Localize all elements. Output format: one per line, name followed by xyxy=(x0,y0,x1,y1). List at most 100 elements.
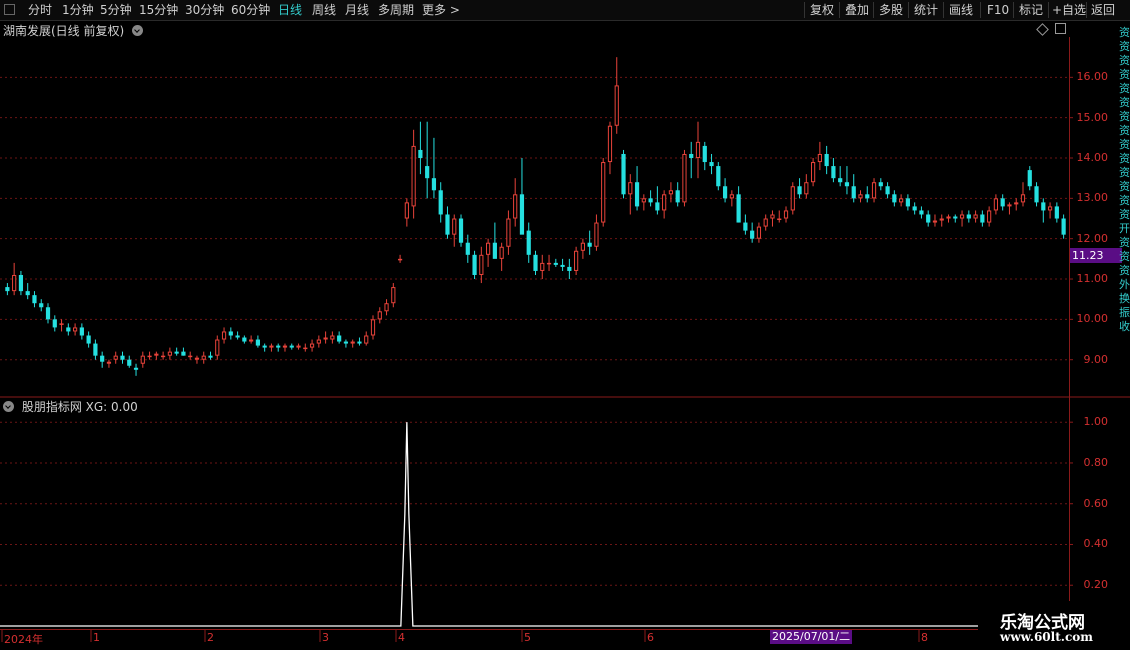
candle xyxy=(526,222,531,263)
back-arrow-icon[interactable] xyxy=(4,4,15,15)
candle xyxy=(824,145,829,175)
back-button[interactable]: 返回 xyxy=(1091,0,1115,20)
right-strip-char: 资 xyxy=(1119,264,1130,277)
candle xyxy=(242,335,247,344)
candle xyxy=(282,343,288,352)
indicator-title: 股朋指标网 XG: 0.00 xyxy=(21,400,138,414)
kline-chart[interactable] xyxy=(0,0,1130,650)
candle xyxy=(499,242,504,271)
candle xyxy=(452,214,457,247)
tab-more[interactable]: 更多 > xyxy=(422,0,460,20)
candle xyxy=(167,347,172,360)
candle xyxy=(804,174,809,199)
diamond-icon[interactable] xyxy=(1036,23,1049,36)
candle xyxy=(364,331,369,346)
candle xyxy=(1061,214,1066,239)
multi-stock-button[interactable]: 多股 xyxy=(879,0,903,20)
candle xyxy=(5,283,10,296)
candle xyxy=(66,323,71,336)
candle xyxy=(668,182,674,203)
candle xyxy=(133,363,139,376)
candle xyxy=(519,158,525,235)
right-strip-char: 资 xyxy=(1119,194,1130,207)
indicator-tick-label: 0.60 xyxy=(1083,496,1109,510)
candle xyxy=(25,283,30,300)
candle xyxy=(296,343,301,350)
candle xyxy=(397,254,403,263)
candle xyxy=(404,198,409,227)
candle xyxy=(1007,202,1012,215)
cursor-date: 2025/07/01/二 xyxy=(770,630,852,644)
chevron-down-icon[interactable] xyxy=(3,401,14,412)
right-strip-char: 资 xyxy=(1119,68,1130,81)
draw-line-button[interactable]: 画线 xyxy=(949,0,973,20)
candle xyxy=(878,178,883,191)
candle xyxy=(255,335,261,348)
candle xyxy=(431,137,437,199)
tab-monthly[interactable]: 月线 xyxy=(345,0,369,20)
chevron-down-icon[interactable] xyxy=(132,25,144,36)
date-tick-label: 4 xyxy=(398,631,405,644)
candle xyxy=(675,182,680,207)
candle xyxy=(689,141,694,179)
right-strip-char: 资 xyxy=(1119,82,1130,95)
tab-15min[interactable]: 15分钟 xyxy=(139,0,178,20)
candle xyxy=(438,182,443,223)
f10-button[interactable]: F10 xyxy=(987,0,1009,20)
indicator-panel-title: 股朋指标网 XG: 0.00 xyxy=(3,398,138,415)
candle xyxy=(540,254,545,280)
candle xyxy=(594,214,599,251)
mark-button[interactable]: 标记 xyxy=(1019,0,1043,20)
tab-5min[interactable]: 5分钟 xyxy=(100,0,132,20)
tab-1min[interactable]: 1分钟 xyxy=(62,0,94,20)
candle xyxy=(560,258,565,271)
candle xyxy=(655,186,660,215)
candle xyxy=(1027,166,1032,191)
candle xyxy=(201,351,206,364)
candle xyxy=(316,335,321,348)
candle xyxy=(228,327,233,340)
tab-fenshi[interactable]: 分时 xyxy=(28,0,52,20)
candle xyxy=(289,343,294,350)
candle xyxy=(682,149,687,207)
indicator-tick-label: 0.80 xyxy=(1083,455,1109,469)
right-strip-char: 资 xyxy=(1119,236,1130,249)
add-watchlist-button[interactable]: +自选 xyxy=(1052,0,1086,20)
candle xyxy=(93,339,98,360)
panel-toggle-icon[interactable] xyxy=(1055,23,1066,34)
candle xyxy=(513,178,518,227)
candle xyxy=(546,254,552,271)
tab-daily[interactable]: 日线 xyxy=(278,0,302,20)
tab-30min[interactable]: 30分钟 xyxy=(185,0,224,20)
candle xyxy=(425,121,430,199)
candle xyxy=(492,222,497,259)
candle xyxy=(980,210,985,227)
candle xyxy=(330,331,335,344)
candle xyxy=(465,234,470,263)
candle xyxy=(472,250,477,280)
tab-60min[interactable]: 60分钟 xyxy=(231,0,270,20)
date-tick-label: 2024年 xyxy=(4,633,43,646)
candle xyxy=(553,258,558,267)
right-strip-char: 收 xyxy=(1119,320,1130,333)
candle xyxy=(100,351,105,368)
statistics-button[interactable]: 统计 xyxy=(914,0,938,20)
candle xyxy=(628,174,633,215)
candle xyxy=(1034,182,1039,207)
tab-weekly[interactable]: 周线 xyxy=(312,0,336,20)
period-toolbar: 分时 1分钟 5分钟 15分钟 30分钟 60分钟 日线 周线 月线 多周期 更… xyxy=(0,0,1130,21)
candle xyxy=(59,319,64,332)
candle xyxy=(567,258,572,280)
main-panel-title: 湖南发展(日线 前复权) xyxy=(3,22,147,39)
right-strip-char: 资 xyxy=(1119,166,1130,179)
candle xyxy=(221,327,227,344)
candle xyxy=(506,210,511,255)
candle xyxy=(905,194,910,211)
candle xyxy=(621,149,626,199)
tab-multi-period[interactable]: 多周期 xyxy=(378,0,414,20)
candle xyxy=(357,337,362,346)
candle xyxy=(303,343,308,352)
fuquan-button[interactable]: 复权 xyxy=(810,0,834,20)
candle xyxy=(391,283,396,308)
overlay-button[interactable]: 叠加 xyxy=(845,0,869,20)
